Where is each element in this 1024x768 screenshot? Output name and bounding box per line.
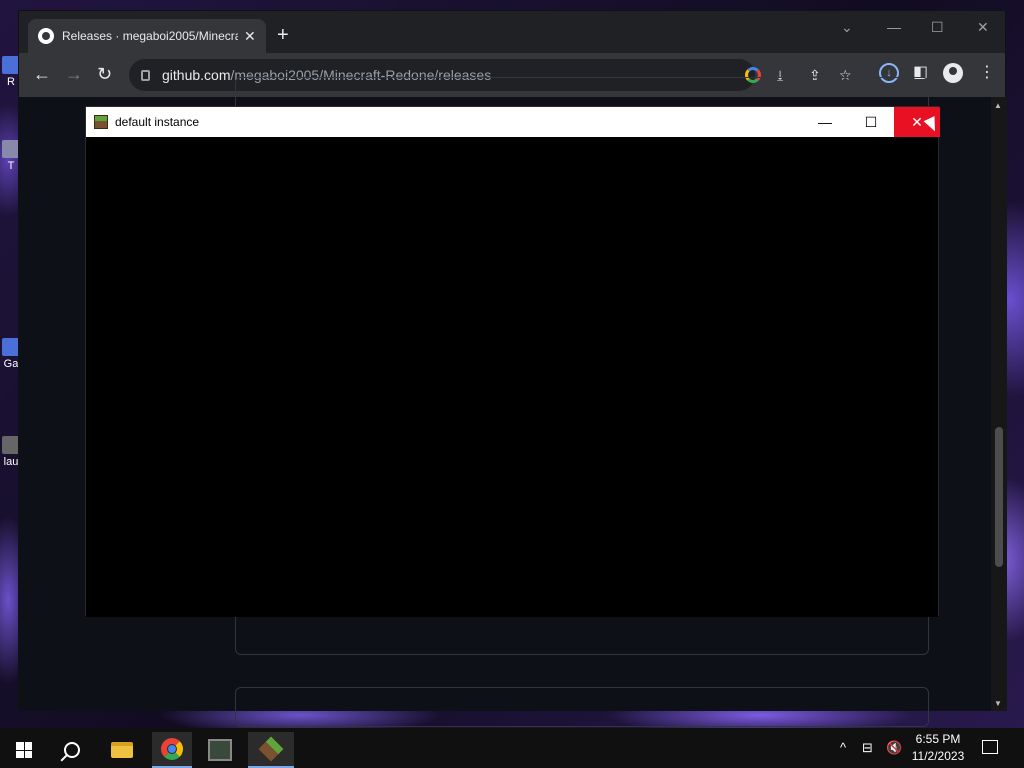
taskbar-chrome[interactable]: [152, 732, 192, 768]
profile-avatar[interactable]: [943, 63, 963, 83]
desktop-icon-label: R: [7, 76, 15, 88]
tab-strip: Releases · megaboi2005/Minecraft-Redone …: [19, 11, 1005, 53]
desktop-icon-label: lau: [3, 456, 19, 468]
minimize-button[interactable]: —: [802, 107, 848, 137]
maximize-button[interactable]: ☐: [931, 19, 944, 36]
clock[interactable]: 6:55 PM 11/2/2023: [906, 731, 970, 765]
release-card: [235, 687, 929, 727]
taskbar-minecraft[interactable]: [248, 732, 294, 768]
notification-center-icon[interactable]: [982, 740, 998, 754]
windows-logo-icon: [16, 742, 32, 758]
github-icon: [38, 28, 54, 44]
scroll-down-icon[interactable]: ▼: [994, 699, 1002, 708]
desktop-icon-label: T: [7, 160, 15, 172]
grass-block-icon: [94, 115, 108, 129]
taskbar: ^ ⊟ 🔇 6:55 PM 11/2/2023: [0, 728, 1024, 768]
clock-date: 11/2/2023: [911, 749, 965, 763]
forward-button[interactable]: →: [65, 65, 83, 83]
chrome-icon: [161, 738, 183, 760]
multimc-icon: [208, 739, 232, 761]
back-button[interactable]: ←: [33, 65, 51, 83]
folder-icon: [111, 742, 133, 758]
game-canvas[interactable]: [86, 137, 938, 617]
desktop-icon-label: Ga: [3, 358, 19, 370]
tab-search-icon[interactable]: ⌄: [841, 19, 853, 36]
reload-button[interactable]: ↻: [97, 65, 112, 83]
minecraft-titlebar[interactable]: default instance — ☐ ✕: [86, 107, 940, 137]
maximize-button[interactable]: ☐: [848, 107, 894, 137]
scrollbar-thumb[interactable]: [995, 427, 1003, 567]
grass-block-icon: [258, 736, 284, 762]
show-hidden-icons-chevron-icon[interactable]: ^: [840, 740, 846, 755]
tab-releases[interactable]: Releases · megaboi2005/Minecraft-Redone …: [28, 19, 266, 53]
volume-muted-icon[interactable]: 🔇: [886, 740, 902, 756]
network-icon[interactable]: ⊟: [862, 740, 873, 756]
minimize-button[interactable]: —: [887, 19, 901, 35]
lock-icon[interactable]: [141, 69, 150, 81]
search-button[interactable]: [52, 732, 92, 768]
search-icon: [64, 742, 80, 758]
page-scrollbar[interactable]: ▲ ▼: [991, 97, 1007, 711]
start-button[interactable]: [4, 732, 44, 768]
window-title: default instance: [115, 115, 200, 129]
tab-title: Releases · megaboi2005/Minecraft-Redone: [62, 29, 238, 43]
minecraft-window: default instance — ☐ ✕: [85, 106, 940, 617]
menu-kebab-icon[interactable]: ⋮: [979, 65, 995, 81]
taskbar-file-explorer[interactable]: [102, 732, 142, 768]
new-tab-button[interactable]: +: [277, 25, 289, 45]
scroll-up-icon[interactable]: ▲: [994, 101, 1002, 110]
url-host: github.com: [162, 67, 231, 83]
tab-close-icon[interactable]: ✕: [244, 28, 256, 45]
close-button[interactable]: ✕: [977, 19, 989, 36]
taskbar-multimc[interactable]: [200, 732, 240, 768]
clock-time: 6:55 PM: [915, 732, 961, 746]
